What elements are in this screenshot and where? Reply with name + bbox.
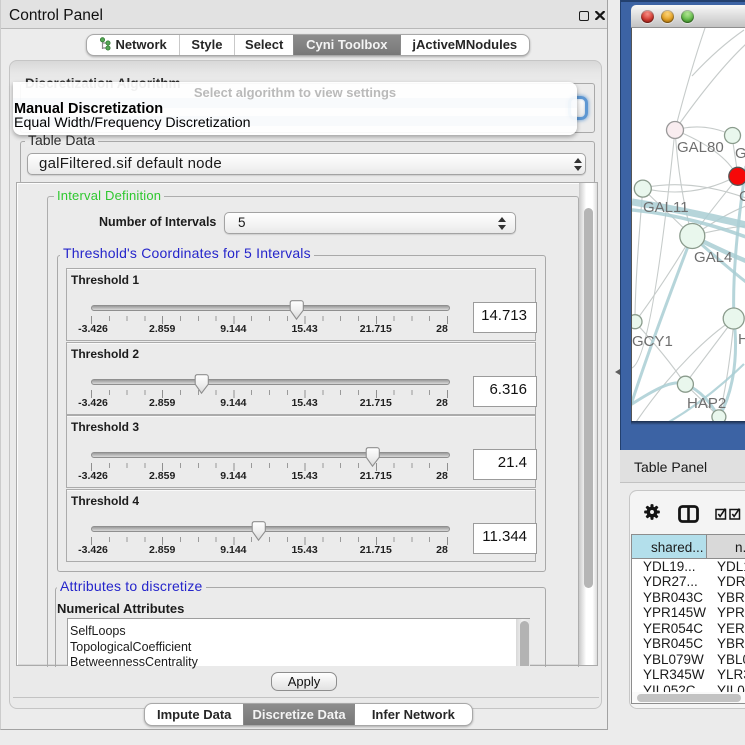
- svg-text:GAL80: GAL80: [677, 139, 724, 156]
- svg-text:GAL2: GAL2: [735, 145, 745, 162]
- svg-text:GAL11: GAL11: [643, 199, 689, 216]
- svg-text:GCY1: GCY1: [632, 333, 673, 350]
- svg-text:CY: CY: [739, 188, 745, 205]
- svg-text:HAP2: HAP2: [687, 395, 726, 412]
- svg-text:GAL4: GAL4: [694, 249, 732, 266]
- svg-text:HA: HA: [738, 331, 745, 348]
